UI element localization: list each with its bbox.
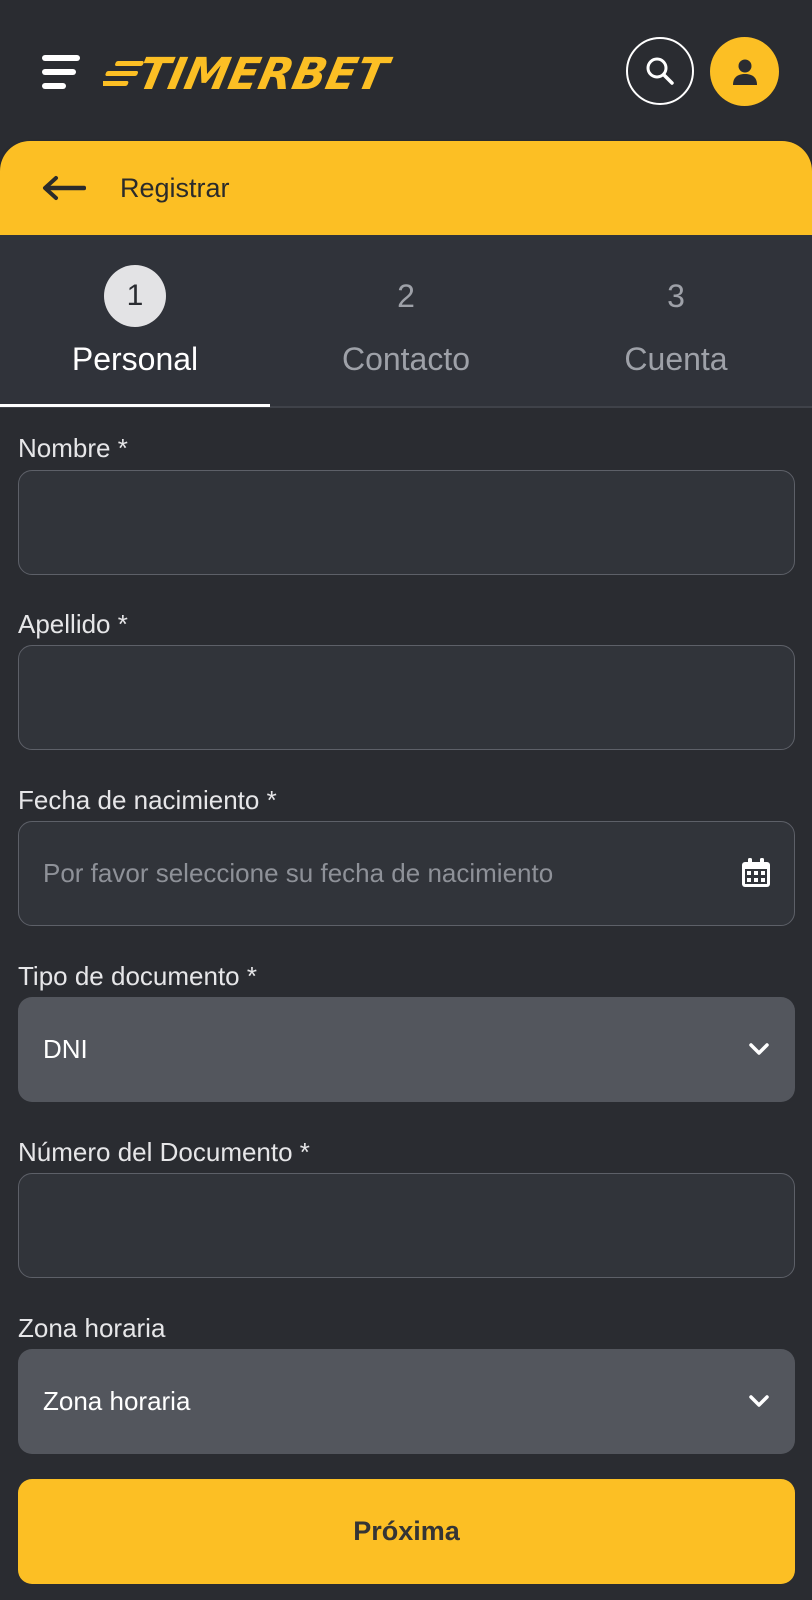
tipo-documento-value: DNI — [43, 1034, 88, 1064]
zona-horaria-value: Zona horaria — [43, 1386, 191, 1416]
chevron-down-icon — [749, 1395, 769, 1407]
step-label: Cuenta — [624, 341, 728, 377]
arrow-left-icon[interactable] — [42, 173, 86, 203]
user-account-button[interactable] — [710, 37, 779, 106]
timerbet-logo[interactable]: TIMERBET — [103, 49, 393, 100]
search-button[interactable] — [626, 37, 694, 105]
tipo-documento-label: Tipo de documento * — [18, 961, 257, 991]
logo-text: TIMERBET — [133, 49, 393, 100]
fecha-nacimiento-input[interactable] — [18, 821, 795, 926]
numero-documento-label: Número del Documento * — [18, 1137, 310, 1167]
nombre-label: Nombre * — [18, 433, 128, 463]
active-step-indicator — [0, 404, 270, 407]
nombre-input[interactable] — [18, 470, 795, 575]
step-number: 3 — [667, 278, 685, 314]
hamburger-menu-icon[interactable] — [42, 55, 82, 89]
page-title: Registrar — [120, 173, 230, 203]
numero-documento-input[interactable] — [18, 1173, 795, 1278]
registration-page: TIMERBET Registrar 1 Personal 2 Contacto… — [0, 0, 812, 1600]
fecha-nacimiento-label: Fecha de nacimiento * — [18, 785, 277, 815]
step-label: Contacto — [341, 341, 471, 377]
step-contacto[interactable]: 2 Contacto — [271, 235, 541, 408]
next-button[interactable]: Próxima — [18, 1479, 795, 1584]
chevron-down-icon — [749, 1043, 769, 1055]
page-titlebar: Registrar — [0, 141, 812, 235]
search-icon — [646, 57, 674, 85]
apellido-label: Apellido * — [18, 609, 128, 639]
step-personal[interactable]: 1 Personal — [0, 235, 270, 408]
zona-horaria-label: Zona horaria — [18, 1313, 166, 1343]
apellido-input[interactable] — [18, 645, 795, 750]
step-number: 1 — [104, 265, 166, 327]
zona-horaria-select[interactable]: Zona horaria — [18, 1349, 795, 1454]
registration-steps: 1 Personal 2 Contacto 3 Cuenta — [0, 235, 812, 408]
user-icon — [732, 59, 757, 85]
step-label: Personal — [71, 341, 199, 377]
step-number: 2 — [397, 278, 415, 314]
step-cuenta[interactable]: 3 Cuenta — [541, 235, 811, 408]
app-header: TIMERBET — [0, 0, 812, 140]
tipo-documento-select[interactable]: DNI — [18, 997, 795, 1102]
